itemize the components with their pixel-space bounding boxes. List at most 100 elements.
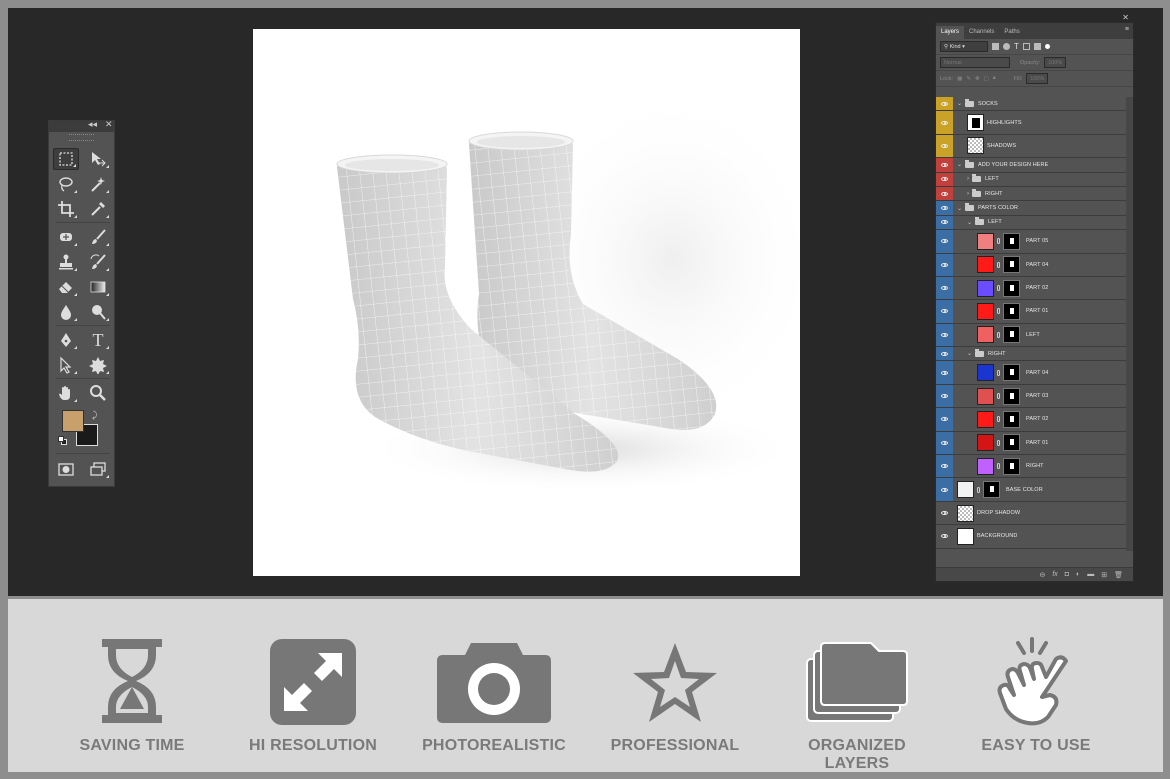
layer-mask-thumbnail[interactable]: [1003, 279, 1020, 297]
layer-row[interactable]: DROP SHADOW: [936, 501, 1128, 526]
layer-mask-thumbnail[interactable]: [1003, 434, 1020, 452]
new-layer-icon[interactable]: ⊞: [1101, 571, 1107, 579]
adjustment-icon[interactable]: ◐: [1076, 571, 1080, 578]
gradient-tool[interactable]: [85, 276, 111, 298]
mask-link-icon[interactable]: [997, 261, 1000, 268]
lock-pixels-icon[interactable]: ✎: [966, 76, 971, 82]
layer-row[interactable]: PART 05: [936, 230, 1128, 254]
mask-link-icon[interactable]: [997, 463, 1000, 470]
filter-adjustment-icon[interactable]: [1003, 43, 1010, 50]
mask-link-icon[interactable]: [977, 486, 980, 493]
document-canvas[interactable]: [253, 29, 800, 576]
tab-paths[interactable]: Paths: [999, 26, 1024, 39]
filter-shape-icon[interactable]: [1022, 43, 1030, 50]
type-tool[interactable]: T: [85, 329, 111, 351]
layer-row[interactable]: PART 02: [936, 276, 1128, 301]
filter-toggle-icon[interactable]: [1044, 44, 1050, 49]
chevron-down-icon[interactable]: ⌄: [967, 219, 972, 226]
collapse-icon[interactable]: ◂◂: [88, 120, 97, 130]
chevron-down-icon[interactable]: ⌄: [957, 205, 962, 212]
filter-kind-select[interactable]: ⚲ Kind ▾: [940, 41, 988, 52]
default-colors-icon[interactable]: [58, 436, 68, 446]
layer-mask-thumbnail[interactable]: [1003, 326, 1020, 344]
visibility-toggle[interactable]: [936, 408, 953, 431]
visibility-toggle[interactable]: [936, 215, 953, 230]
visibility-toggle[interactable]: [936, 361, 953, 384]
filter-type-icon[interactable]: T: [1014, 42, 1019, 51]
lock-artboard-icon[interactable]: ▢: [984, 76, 989, 82]
layer-row[interactable]: LEFT: [936, 323, 1128, 348]
layer-row[interactable]: › RIGHT: [936, 186, 1128, 202]
visibility-toggle[interactable]: [936, 347, 953, 361]
brush-tool[interactable]: [85, 226, 111, 248]
visibility-toggle[interactable]: [936, 134, 953, 158]
opacity-input[interactable]: 100%: [1044, 57, 1067, 68]
delete-icon[interactable]: 🗑: [1114, 571, 1123, 579]
tab-channels[interactable]: Channels: [964, 26, 999, 39]
mask-link-icon[interactable]: [997, 393, 1000, 400]
visibility-toggle[interactable]: [936, 158, 953, 172]
mask-link-icon[interactable]: [997, 331, 1000, 338]
visibility-toggle[interactable]: [936, 300, 953, 323]
visibility-toggle[interactable]: [936, 525, 953, 548]
layer-row[interactable]: SHADOWS: [936, 134, 1128, 159]
mask-link-icon[interactable]: [997, 439, 1000, 446]
pen-tool[interactable]: [53, 329, 79, 351]
layer-row[interactable]: PART 03: [936, 384, 1128, 409]
tools-panel-header[interactable]: ◂◂ ✕: [49, 120, 114, 132]
blend-mode-select[interactable]: Normal: [940, 57, 1010, 68]
layer-list-scrollbar[interactable]: [1126, 97, 1133, 551]
eraser-tool[interactable]: [53, 276, 79, 298]
zoom-tool[interactable]: [85, 382, 111, 404]
new-group-icon[interactable]: ▬: [1087, 571, 1094, 578]
layer-mask-thumbnail[interactable]: [1003, 256, 1020, 274]
lock-all-icon[interactable]: 🔒︎: [993, 75, 996, 82]
layer-row[interactable]: ⌄ ADD YOUR DESIGN HERE: [936, 158, 1128, 173]
tab-layers[interactable]: Layers: [936, 26, 965, 39]
visibility-toggle[interactable]: [936, 501, 953, 525]
visibility-toggle[interactable]: [936, 253, 953, 276]
layer-row[interactable]: PART 02: [936, 408, 1128, 432]
quick-mask-button[interactable]: [53, 458, 79, 480]
marquee-tool[interactable]: [53, 148, 79, 170]
hand-tool[interactable]: [53, 382, 79, 404]
eyedropper-tool[interactable]: [85, 198, 111, 220]
layer-row[interactable]: ⌄ SOCKS: [936, 97, 1128, 112]
visibility-toggle[interactable]: [936, 201, 953, 215]
link-icon[interactable]: ⊖: [1039, 571, 1045, 579]
layer-row[interactable]: PART 04: [936, 361, 1128, 385]
panel-menu-icon[interactable]: ≡: [1125, 26, 1129, 33]
visibility-toggle[interactable]: [936, 97, 953, 111]
panel-grip[interactable]: [69, 134, 94, 141]
magic-wand-tool[interactable]: [85, 173, 111, 195]
chevron-right-icon[interactable]: ›: [967, 176, 969, 182]
fill-input[interactable]: 100%: [1026, 73, 1049, 84]
layer-row[interactable]: ⌄ RIGHT: [936, 347, 1128, 362]
layer-row[interactable]: BACKGROUND: [936, 525, 1128, 549]
blur-tool[interactable]: [53, 301, 79, 323]
layer-mask-thumbnail[interactable]: [1003, 232, 1020, 250]
layer-row[interactable]: ⌄ LEFT: [936, 215, 1128, 231]
stamp-tool[interactable]: [53, 251, 79, 273]
mask-link-icon[interactable]: [997, 308, 1000, 315]
visibility-toggle[interactable]: [936, 478, 953, 501]
swap-colors-icon[interactable]: ⤸: [92, 410, 97, 421]
visibility-toggle[interactable]: [936, 431, 953, 455]
move-tool[interactable]: [85, 148, 111, 170]
layer-mask-thumbnail[interactable]: [1003, 410, 1020, 428]
mask-link-icon[interactable]: [997, 238, 1000, 245]
history-brush-tool[interactable]: [85, 251, 111, 273]
close-icon[interactable]: ✕: [1122, 13, 1129, 22]
lock-position-icon[interactable]: ✥: [975, 76, 980, 82]
healing-brush-tool[interactable]: [53, 226, 79, 248]
chevron-down-icon[interactable]: ⌄: [957, 100, 962, 107]
fx-icon[interactable]: fx: [1052, 571, 1057, 578]
dodge-tool[interactable]: [85, 301, 111, 323]
path-selection-tool[interactable]: [53, 354, 79, 376]
visibility-toggle[interactable]: [936, 276, 953, 300]
foreground-color-swatch[interactable]: [62, 410, 84, 432]
layer-mask-thumbnail[interactable]: [1003, 364, 1020, 382]
layer-mask-thumbnail[interactable]: [983, 481, 1000, 499]
visibility-toggle[interactable]: [936, 111, 953, 134]
lasso-tool[interactable]: [53, 173, 79, 195]
